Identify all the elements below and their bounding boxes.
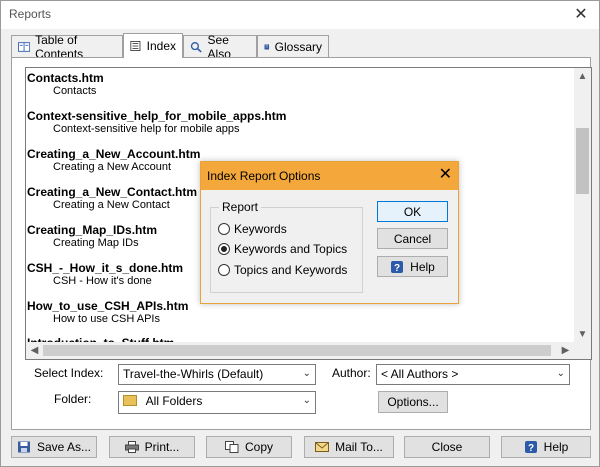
horizontal-scrollbar[interactable]: ◀ ▶: [26, 342, 591, 359]
radio-label: Keywords: [234, 222, 287, 236]
vertical-scroll-thumb[interactable]: [576, 128, 589, 194]
list-item-topic: Creating a New Contact: [53, 199, 170, 211]
print-button[interactable]: Print...: [109, 436, 195, 458]
list-item-topic: Contacts: [53, 85, 97, 97]
list-item[interactable]: Creating_Map_IDs.htm Creating Map IDs: [27, 223, 157, 249]
svg-text:?: ?: [394, 263, 400, 273]
list-item-topic: Creating Map IDs: [53, 237, 139, 249]
list-item-topic: CSH - How it's done: [53, 275, 152, 287]
list-item-file: Contacts.htm: [27, 71, 104, 85]
radio-keywords-and-topics[interactable]: Keywords and Topics: [218, 242, 347, 256]
radio-topics-and-keywords[interactable]: Topics and Keywords: [218, 263, 347, 277]
tab-index[interactable]: Index: [123, 33, 183, 58]
dialog-title: Index Report Options: [207, 169, 321, 183]
list-item-file: Creating_a_New_Account.htm: [27, 147, 201, 161]
scroll-up-icon[interactable]: ▲: [574, 68, 591, 85]
chevron-down-icon: ⌄: [302, 368, 311, 379]
window-title: Reports: [9, 7, 52, 21]
help-icon: ?: [524, 441, 537, 453]
window-close-button[interactable]: ✕: [567, 3, 595, 27]
cancel-button[interactable]: Cancel: [377, 228, 448, 249]
report-group-label: Report: [219, 200, 262, 214]
list-item-file: Creating_Map_IDs.htm: [27, 223, 158, 237]
radio-label: Keywords and Topics: [234, 242, 348, 256]
select-index-dropdown[interactable]: Travel-the-Whirls (Default) ⌄: [118, 364, 316, 385]
book-icon: [18, 41, 31, 52]
help-label: Help: [543, 440, 569, 454]
ok-label: OK: [403, 204, 422, 219]
select-index-value: Travel-the-Whirls (Default): [123, 367, 264, 381]
help-button[interactable]: ? Help: [501, 436, 591, 458]
save-as-label: Save As...: [36, 440, 92, 454]
copy-icon: [224, 441, 239, 453]
close-button[interactable]: Close: [404, 436, 490, 458]
scroll-down-icon[interactable]: ▼: [574, 326, 591, 343]
copy-button[interactable]: Copy: [206, 436, 292, 458]
svg-text:?: ?: [528, 443, 534, 453]
reports-window: Reports ✕ Table of Contents Index See Al…: [0, 0, 600, 467]
radio-circle-selected[interactable]: [218, 243, 230, 255]
tab-see-also[interactable]: See Also: [183, 33, 257, 61]
search-icon: [190, 41, 202, 53]
scroll-left-icon[interactable]: ◀: [26, 342, 43, 359]
ok-button[interactable]: OK: [377, 201, 448, 222]
title-bar: Reports ✕: [1, 1, 599, 29]
dialog-close-icon[interactable]: ✕: [439, 166, 452, 184]
chevron-down-icon: ⌄: [556, 368, 565, 379]
list-item-file: Creating_a_New_Contact.htm: [27, 185, 198, 199]
save-icon: [17, 441, 30, 453]
radio-circle[interactable]: [218, 223, 230, 235]
tab-label: Index: [146, 39, 176, 53]
folder-icon: [123, 395, 137, 406]
folder-label: Folder:: [54, 392, 92, 406]
glossary-icon: [264, 44, 270, 49]
folder-dropdown[interactable]: All Folders ⌄: [118, 391, 316, 414]
mail-to-label: Mail To...: [335, 440, 383, 454]
radio-label: Topics and Keywords: [234, 263, 348, 277]
author-value: < All Authors >: [381, 367, 459, 381]
list-item-topic: Creating a New Account: [53, 161, 172, 173]
tab-glossary[interactable]: Glossary: [257, 35, 329, 57]
mail-icon: [315, 442, 330, 452]
options-button-label: Options...: [387, 395, 439, 409]
chevron-down-icon: ⌄: [302, 395, 311, 406]
close-label: Close: [431, 440, 463, 454]
save-as-button[interactable]: Save As...: [11, 436, 97, 458]
printer-icon: [124, 441, 139, 453]
list-item[interactable]: Creating_a_New_Account.htm Creating a Ne…: [27, 147, 200, 173]
list-item-topic: Context-sensitive help for mobile apps: [53, 123, 240, 135]
index-icon: [130, 41, 141, 51]
list-item-file: How_to_use_CSH_APIs.htm: [27, 299, 189, 313]
tab-table-of-contents[interactable]: Table of Contents: [11, 33, 123, 61]
list-item[interactable]: Creating_a_New_Contact.htm Creating a Ne…: [27, 185, 197, 211]
copy-label: Copy: [244, 440, 273, 454]
index-report-options-dialog: Index Report Options ✕ Report Keywords K…: [200, 161, 459, 304]
mail-to-button[interactable]: Mail To...: [304, 436, 394, 458]
dialog-title-bar: Index Report Options ✕: [201, 162, 458, 190]
list-item[interactable]: Context-sensitive_help_for_mobile_apps.h…: [27, 109, 286, 135]
select-index-label: Select Index:: [34, 366, 104, 380]
author-dropdown[interactable]: < All Authors > ⌄: [376, 364, 570, 385]
dialog-help-button[interactable]: ? Help: [377, 256, 448, 277]
horizontal-scroll-thumb[interactable]: [43, 345, 551, 356]
radio-keywords[interactable]: Keywords: [218, 222, 287, 236]
dialog-help-label: Help: [410, 259, 435, 274]
list-item[interactable]: CSH_-_How_it_s_done.htm CSH - How it's d…: [27, 261, 183, 287]
list-item-file: Context-sensitive_help_for_mobile_apps.h…: [27, 109, 287, 123]
options-button[interactable]: Options...: [378, 391, 448, 413]
radio-circle[interactable]: [218, 264, 230, 276]
list-item-topic: How to use CSH APIs: [53, 313, 160, 325]
folder-value: All Folders: [145, 394, 203, 408]
list-item[interactable]: How_to_use_CSH_APIs.htm How to use CSH A…: [27, 299, 188, 325]
help-icon: ?: [391, 260, 404, 273]
print-label: Print...: [144, 440, 180, 454]
list-item[interactable]: Contacts.htm Contacts: [27, 71, 104, 97]
list-item-file: CSH_-_How_it_s_done.htm: [27, 261, 184, 275]
cancel-label: Cancel: [393, 231, 432, 246]
tab-label: Glossary: [274, 39, 322, 54]
scroll-right-icon[interactable]: ▶: [557, 342, 574, 359]
vertical-scrollbar[interactable]: ▲ ▼: [574, 68, 591, 343]
author-label: Author:: [332, 366, 371, 380]
